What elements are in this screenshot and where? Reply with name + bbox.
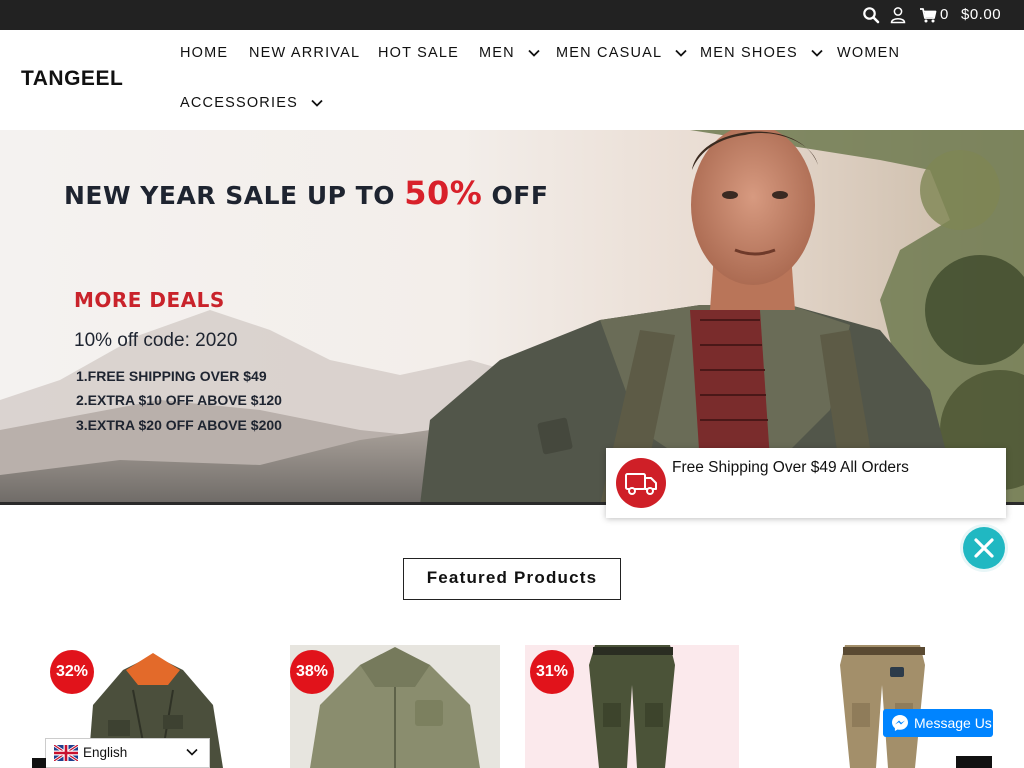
chevron-down-icon: [675, 50, 687, 57]
uk-flag-icon: [54, 745, 78, 761]
nav-label: MEN: [479, 45, 515, 61]
messenger-label: Message Us: [914, 715, 992, 731]
free-shipping-popup[interactable]: Free Shipping Over $49 All Orders: [606, 448, 1006, 518]
hero-headline-highlight: 50%: [404, 174, 483, 212]
carousel-prev-button[interactable]: [32, 758, 46, 768]
nav-home[interactable]: HOME: [180, 45, 228, 61]
discount-badge: 31%: [530, 650, 574, 694]
site-header: TANGEEL HOME NEW ARRIVAL HOT SALE MEN ME…: [0, 30, 1024, 130]
cart-count[interactable]: 0: [940, 6, 949, 23]
product-image: [770, 645, 992, 768]
carousel-next-button[interactable]: [956, 756, 992, 768]
close-icon: [974, 538, 994, 558]
nav-label: WOMEN: [837, 45, 901, 61]
nav-label: MEN CASUAL: [556, 45, 662, 61]
nav-new-arrival[interactable]: NEW ARRIVAL: [249, 45, 360, 61]
nav-accessories[interactable]: ACCESSORIES: [180, 95, 323, 111]
product-card[interactable]: [770, 645, 992, 768]
chevron-down-icon: [811, 50, 823, 57]
nav-label: HOME: [180, 45, 229, 61]
user-icon[interactable]: [889, 6, 907, 24]
nav-label: HOT SALE: [378, 45, 460, 61]
hero-code-line: 10% off code: 2020: [74, 330, 238, 351]
hero-headline: NEW YEAR SALE UP TO 50% OFF: [64, 174, 548, 212]
search-icon[interactable]: [862, 6, 880, 24]
chevron-down-icon: [528, 50, 540, 57]
product-card[interactable]: 38%: [290, 645, 500, 768]
discount-badge: 38%: [290, 650, 334, 694]
featured-products-title: Featured Products: [403, 558, 621, 600]
hero-deal-line: 2.EXTRA $10 OFF ABOVE $120: [76, 392, 282, 408]
free-shipping-text: Free Shipping Over $49 All Orders: [672, 459, 909, 476]
close-popup-button[interactable]: [963, 527, 1005, 569]
hero-more-deals: MORE DEALS: [74, 288, 225, 312]
cart-total[interactable]: $0.00: [961, 6, 1001, 23]
chevron-down-icon: [311, 100, 323, 107]
messenger-icon: [892, 715, 908, 731]
messenger-button[interactable]: Message Us: [883, 709, 993, 737]
nav-label: NEW ARRIVAL: [249, 45, 361, 61]
language-label: English: [83, 745, 128, 760]
nav-men[interactable]: MEN: [479, 45, 540, 61]
cart-icon[interactable]: [919, 6, 937, 24]
product-card[interactable]: 31%: [525, 645, 739, 768]
nav-men-casual[interactable]: MEN CASUAL: [556, 45, 687, 61]
nav-men-shoes[interactable]: MEN SHOES: [700, 45, 823, 61]
hero-deal-line: 3.EXTRA $20 OFF ABOVE $200: [76, 417, 282, 433]
nav-label: ACCESSORIES: [180, 95, 298, 111]
top-bar: 0 $0.00: [0, 0, 1024, 30]
hero-headline-prefix: NEW YEAR SALE UP TO: [64, 181, 395, 210]
hero-deal-line: 1.FREE SHIPPING OVER $49: [76, 368, 267, 384]
hero-headline-suffix: OFF: [491, 181, 549, 210]
language-selector[interactable]: English: [45, 738, 210, 768]
truck-icon: [616, 458, 666, 508]
nav-women[interactable]: WOMEN: [837, 45, 900, 61]
nav-label: MEN SHOES: [700, 45, 798, 61]
discount-badge: 32%: [50, 650, 94, 694]
chevron-down-icon: [186, 748, 198, 756]
site-logo[interactable]: TANGEEL: [21, 67, 123, 91]
nav-hot-sale[interactable]: HOT SALE: [378, 45, 459, 61]
